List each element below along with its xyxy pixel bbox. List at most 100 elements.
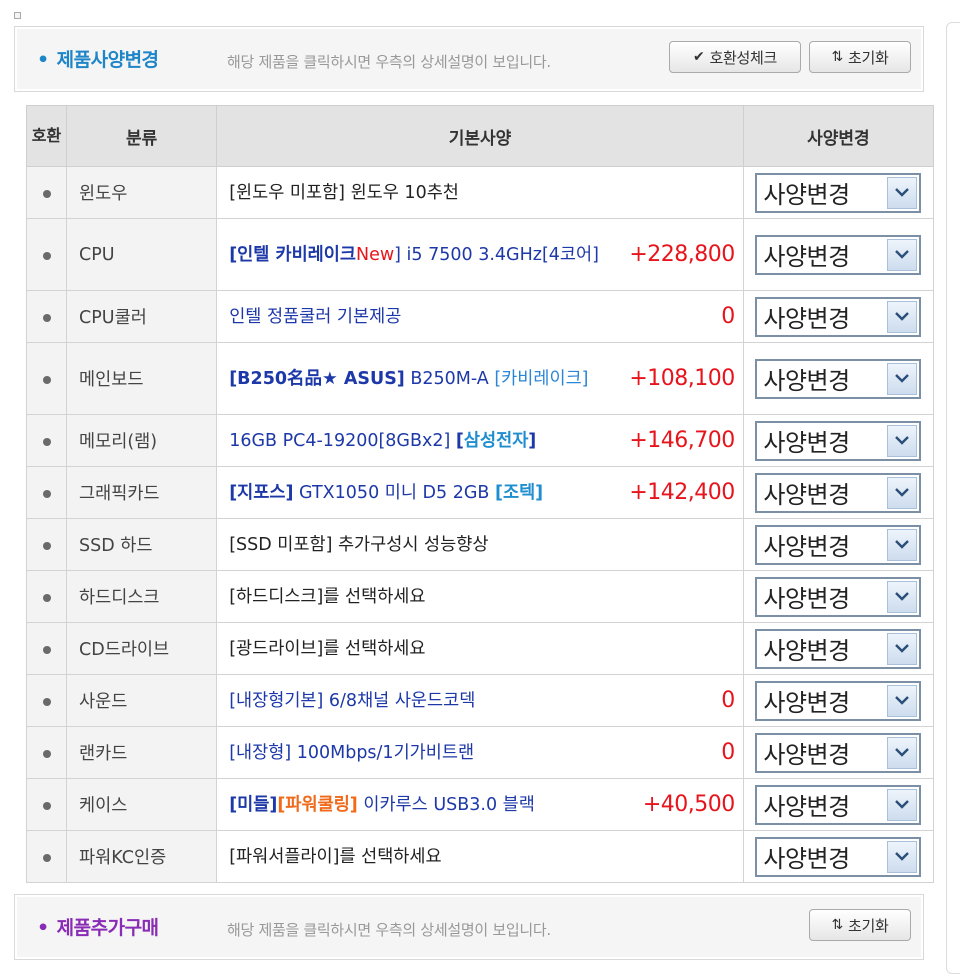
- spec-cell[interactable]: [인텔 카비레이크New] i5 7500 3.4GHz[4코어] +228,80…: [216, 218, 744, 291]
- add-purchase-header: • 제품추가구매 해당 제품을 클릭하시면 우측의 상세설명이 보입니다. ⇅ 초…: [14, 894, 924, 960]
- dot-icon: [42, 313, 51, 322]
- spec-segment: [B250名品★ ASUS]: [229, 368, 405, 389]
- chevron-down-icon[interactable]: [887, 788, 918, 821]
- table-row[interactable]: CPU [인텔 카비레이크New] i5 7500 3.4GHz[4코어] +228…: [25, 218, 935, 291]
- change-cell: 사양변경: [742, 518, 935, 571]
- spec-cell[interactable]: 16GB PC4-19200[8GBx2] [삼성전자] +146,700: [216, 414, 744, 467]
- spec-segment: B250M-A: [404, 368, 495, 389]
- table-row[interactable]: 윈도우 [윈도우 미포함] 윈도우 10추천 사양변경: [25, 166, 935, 219]
- spec-segment: [내장형] 100Mbps/1기가비트랜: [229, 742, 475, 763]
- spec-segment: [파워서플라이]를 선택하세요: [229, 846, 442, 867]
- compat-cell: [25, 466, 68, 519]
- spec-cell[interactable]: [내장형기본] 6/8채널 사운드코덱 0: [216, 674, 744, 727]
- spec-segment: [광드라이브]를 선택하세요: [229, 638, 426, 659]
- chevron-down-icon[interactable]: [887, 736, 918, 769]
- dot-icon: [42, 749, 51, 758]
- table-row[interactable]: CPU쿨러 인텔 정품쿨러 기본제공 0 사양변경: [25, 290, 935, 343]
- chevron-down-icon[interactable]: [887, 528, 918, 561]
- spec-text: [하드디스크]를 선택하세요: [229, 584, 425, 610]
- section-description: 해당 제품을 클릭하시면 우측의 상세설명이 보입니다.: [227, 921, 551, 939]
- table-row[interactable]: 메모리(램) 16GB PC4-19200[8GBx2] [삼성전자] +146,7…: [25, 414, 935, 467]
- table-row[interactable]: SSD 하드 [SSD 미포함] 추가구성시 성능향상 사양변경: [25, 518, 935, 571]
- spec-change-select[interactable]: 사양변경: [755, 472, 922, 513]
- spec-segment: [SSD 미포함] 추가구성시 성능향상: [229, 534, 489, 555]
- window-icon: [14, 12, 21, 19]
- change-cell: 사양변경: [742, 830, 935, 883]
- spec-cell[interactable]: [내장형] 100Mbps/1기가비트랜 0: [216, 726, 744, 779]
- spec-cell[interactable]: 인텔 정품쿨러 기본제공 0: [216, 290, 744, 343]
- chevron-down-icon[interactable]: [887, 176, 918, 209]
- spec-change-select[interactable]: 사양변경: [755, 234, 922, 275]
- spec-change-select[interactable]: 사양변경: [755, 732, 922, 773]
- change-cell: 사양변경: [742, 218, 935, 291]
- compat-check-button[interactable]: ✔ 호환성체크: [669, 41, 801, 73]
- compat-cell: [25, 166, 68, 219]
- spec-cell[interactable]: [윈도우 미포함] 윈도우 10추천: [216, 166, 744, 219]
- chevron-down-icon[interactable]: [887, 424, 918, 457]
- sort-arrows-icon: ⇅: [831, 49, 844, 65]
- spec-segment: [파워쿨링]: [277, 794, 358, 815]
- reset-button[interactable]: ⇅ 초기화: [809, 909, 911, 941]
- column-header-compat: 호환: [25, 105, 68, 167]
- reset-label: 초기화: [847, 916, 889, 935]
- chevron-down-icon[interactable]: [887, 684, 918, 717]
- reset-button[interactable]: ⇅ 초기화: [809, 41, 911, 73]
- spec-cell[interactable]: [미들][파워쿨링] 이카루스 USB3.0 블랙 +40,500: [216, 778, 744, 831]
- table-row[interactable]: 하드디스크 [하드디스크]를 선택하세요 사양변경: [25, 570, 935, 623]
- table-row[interactable]: 파워KC인증 [파워서플라이]를 선택하세요 사양변경: [25, 830, 935, 883]
- spec-cell[interactable]: [B250名品★ ASUS] B250M-A [카비레이크] +108,100: [216, 342, 744, 415]
- spec-segment: ]: [528, 430, 537, 451]
- table-row[interactable]: 케이스 [미들][파워쿨링] 이카루스 USB3.0 블랙 +40,500 사양변경: [25, 778, 935, 831]
- price-delta: +146,700: [629, 428, 735, 453]
- select-label: 사양변경: [763, 845, 850, 873]
- spec-cell[interactable]: [하드디스크]를 선택하세요: [216, 570, 744, 623]
- table-row[interactable]: 메인보드 [B250名品★ ASUS] B250M-A [카비레이크] +108,1…: [25, 342, 935, 415]
- spec-cell[interactable]: [지포스] GTX1050 미니 D5 2GB [조텍] +142,400: [216, 466, 744, 519]
- spec-segment: 16GB PC4-19200[8GBx2]: [229, 430, 456, 451]
- category-cell: SSD 하드: [66, 518, 218, 571]
- table-row[interactable]: 랜카드 [내장형] 100Mbps/1기가비트랜 0 사양변경: [25, 726, 935, 779]
- select-label: 사양변경: [763, 689, 850, 717]
- spec-cell[interactable]: [파워서플라이]를 선택하세요: [216, 830, 744, 883]
- spec-change-select[interactable]: 사양변경: [755, 420, 922, 461]
- spec-text: [인텔 카비레이크New] i5 7500 3.4GHz[4코어]: [229, 242, 599, 268]
- spec-change-select[interactable]: 사양변경: [755, 172, 922, 213]
- spec-text: [파워서플라이]를 선택하세요: [229, 844, 441, 870]
- table-row[interactable]: 사운드 [내장형기본] 6/8채널 사운드코덱 0 사양변경: [25, 674, 935, 727]
- compat-cell: [25, 342, 68, 415]
- spec-change-select[interactable]: 사양변경: [755, 784, 922, 825]
- chevron-down-icon[interactable]: [887, 476, 918, 509]
- change-cell: 사양변경: [742, 778, 935, 831]
- spec-cell[interactable]: [광드라이브]를 선택하세요: [216, 622, 744, 675]
- spec-segment: 삼성전자: [463, 430, 529, 451]
- compat-cell: [25, 218, 68, 291]
- chevron-down-icon[interactable]: [887, 238, 918, 271]
- category-cell: 그래픽카드: [66, 466, 218, 519]
- chevron-down-icon[interactable]: [887, 362, 918, 395]
- spec-change-select[interactable]: 사양변경: [755, 296, 922, 337]
- change-cell: 사양변경: [742, 622, 935, 675]
- chevron-down-icon[interactable]: [887, 580, 918, 613]
- change-cell: 사양변경: [742, 726, 935, 779]
- check-icon: ✔: [693, 49, 705, 65]
- table-row[interactable]: CD드라이브 [광드라이브]를 선택하세요 사양변경: [25, 622, 935, 675]
- bullet-icon: •: [37, 917, 49, 939]
- select-label: 사양변경: [763, 429, 850, 457]
- spec-change-select[interactable]: 사양변경: [755, 836, 922, 877]
- chevron-down-icon[interactable]: [887, 300, 918, 333]
- spec-change-select[interactable]: 사양변경: [755, 680, 922, 721]
- spec-change-select[interactable]: 사양변경: [755, 358, 922, 399]
- spec-segment: 인텔 정품쿨러 기본제공: [229, 306, 402, 327]
- spec-change-select[interactable]: 사양변경: [755, 524, 922, 565]
- spec-cell[interactable]: [SSD 미포함] 추가구성시 성능향상: [216, 518, 744, 571]
- spec-change-select[interactable]: 사양변경: [755, 628, 922, 669]
- select-label: 사양변경: [763, 637, 850, 665]
- compat-cell: [25, 414, 68, 467]
- chevron-down-icon[interactable]: [887, 840, 918, 873]
- table-row[interactable]: 그래픽카드 [지포스] GTX1050 미니 D5 2GB [조텍] +142,40…: [25, 466, 935, 519]
- column-header-category: 분류: [66, 105, 218, 167]
- dot-icon: [42, 645, 51, 654]
- chevron-down-icon[interactable]: [887, 632, 918, 665]
- spec-change-select[interactable]: 사양변경: [755, 576, 922, 617]
- change-cell: 사양변경: [742, 166, 935, 219]
